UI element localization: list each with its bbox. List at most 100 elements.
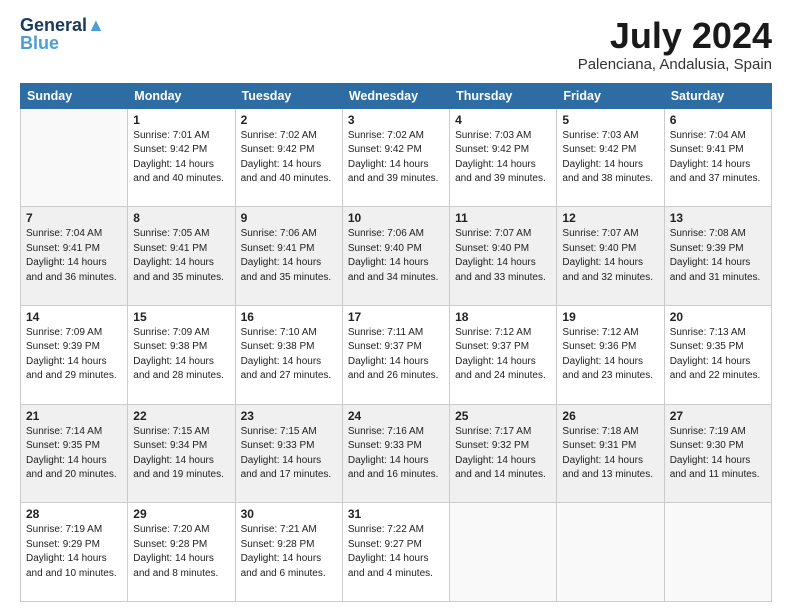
day-number: 24 xyxy=(348,409,444,423)
calendar-cell xyxy=(450,503,557,602)
day-number: 28 xyxy=(26,507,122,521)
day-info: Sunrise: 7:16 AMSunset: 9:33 PMDaylight:… xyxy=(348,425,444,483)
day-info: Sunrise: 7:10 AMSunset: 9:38 PMDaylight:… xyxy=(241,326,337,384)
calendar-table: SundayMondayTuesdayWednesdayThursdayFrid… xyxy=(20,83,772,602)
month-year-title: July 2024 xyxy=(578,16,772,56)
day-info: Sunrise: 7:20 AMSunset: 9:28 PMDaylight:… xyxy=(133,523,229,581)
day-number: 22 xyxy=(133,409,229,423)
day-info: Sunrise: 7:05 AMSunset: 9:41 PMDaylight:… xyxy=(133,227,229,285)
day-number: 19 xyxy=(562,310,658,324)
day-info: Sunrise: 7:08 AMSunset: 9:39 PMDaylight:… xyxy=(670,227,766,285)
day-number: 31 xyxy=(348,507,444,521)
day-number: 5 xyxy=(562,113,658,127)
day-number: 23 xyxy=(241,409,337,423)
day-info: Sunrise: 7:09 AMSunset: 9:39 PMDaylight:… xyxy=(26,326,122,384)
calendar-cell: 27 Sunrise: 7:19 AMSunset: 9:30 PMDayligh… xyxy=(664,404,771,503)
logo: General▲ Blue xyxy=(20,16,105,52)
calendar-cell: 30Sunrise: 7:21 AMSunset: 9:28 PMDayligh… xyxy=(235,503,342,602)
day-info: Sunrise: 7:03 AMSunset: 9:42 PMDaylight:… xyxy=(455,129,551,187)
day-number: 7 xyxy=(26,211,122,225)
calendar-cell: 31 Sunrise: 7:22 AMSunset: 9:27 PMDayligh… xyxy=(342,503,449,602)
day-info: Sunrise: 7:13 AMSunset: 9:35 PMDaylight:… xyxy=(670,326,766,384)
calendar-cell: 5 Sunrise: 7:03 AMSunset: 9:42 PMDaylight… xyxy=(557,108,664,207)
calendar-cell: 20Sunrise: 7:13 AMSunset: 9:35 PMDayligh… xyxy=(664,305,771,404)
day-number: 8 xyxy=(133,211,229,225)
day-number: 16 xyxy=(241,310,337,324)
day-number: 3 xyxy=(348,113,444,127)
calendar-cell: 29 Sunrise: 7:20 AMSunset: 9:28 PMDayligh… xyxy=(128,503,235,602)
day-number: 26 xyxy=(562,409,658,423)
day-number: 27 xyxy=(670,409,766,423)
day-info: Sunrise: 7:09 AMSunset: 9:38 PMDaylight:… xyxy=(133,326,229,384)
day-info: Sunrise: 7:03 AMSunset: 9:42 PMDaylight:… xyxy=(562,129,658,187)
calendar-cell: 3 Sunrise: 7:02 AMSunset: 9:42 PMDaylight… xyxy=(342,108,449,207)
day-info: Sunrise: 7:02 AMSunset: 9:42 PMDaylight:… xyxy=(348,129,444,187)
title-block: July 2024 Palenciana, Andalusia, Spain xyxy=(578,16,772,73)
weekday-header-wednesday: Wednesday xyxy=(342,83,449,108)
logo-blue: Blue xyxy=(20,34,59,52)
day-info: Sunrise: 7:19 AMSunset: 9:29 PMDaylight:… xyxy=(26,523,122,581)
calendar-cell: 24 Sunrise: 7:16 AMSunset: 9:33 PMDayligh… xyxy=(342,404,449,503)
calendar-cell: 26 Sunrise: 7:18 AMSunset: 9:31 PMDayligh… xyxy=(557,404,664,503)
calendar-cell: 13Sunrise: 7:08 AMSunset: 9:39 PMDayligh… xyxy=(664,207,771,306)
calendar-cell: 12 Sunrise: 7:07 AMSunset: 9:40 PMDayligh… xyxy=(557,207,664,306)
calendar-cell: 16 Sunrise: 7:10 AMSunset: 9:38 PMDayligh… xyxy=(235,305,342,404)
day-number: 21 xyxy=(26,409,122,423)
weekday-header-sunday: Sunday xyxy=(21,83,128,108)
day-number: 10 xyxy=(348,211,444,225)
calendar-cell xyxy=(664,503,771,602)
weekday-header-monday: Monday xyxy=(128,83,235,108)
day-info: Sunrise: 7:14 AMSunset: 9:35 PMDaylight:… xyxy=(26,425,122,483)
day-info: Sunrise: 7:17 AMSunset: 9:32 PMDaylight:… xyxy=(455,425,551,483)
day-number: 11 xyxy=(455,211,551,225)
weekday-header-saturday: Saturday xyxy=(664,83,771,108)
day-info: Sunrise: 7:18 AMSunset: 9:31 PMDaylight:… xyxy=(562,425,658,483)
calendar-cell: 25Sunrise: 7:17 AMSunset: 9:32 PMDayligh… xyxy=(450,404,557,503)
day-number: 9 xyxy=(241,211,337,225)
page: General▲ Blue July 2024 Palenciana, Anda… xyxy=(0,0,792,612)
day-info: Sunrise: 7:11 AMSunset: 9:37 PMDaylight:… xyxy=(348,326,444,384)
day-number: 2 xyxy=(241,113,337,127)
day-info: Sunrise: 7:12 AMSunset: 9:36 PMDaylight:… xyxy=(562,326,658,384)
calendar-cell: 14 Sunrise: 7:09 AMSunset: 9:39 PMDayligh… xyxy=(21,305,128,404)
day-number: 4 xyxy=(455,113,551,127)
day-info: Sunrise: 7:01 AMSunset: 9:42 PMDaylight:… xyxy=(133,129,229,187)
calendar-cell: 21 Sunrise: 7:14 AMSunset: 9:35 PMDayligh… xyxy=(21,404,128,503)
calendar-cell: 23 Sunrise: 7:15 AMSunset: 9:33 PMDayligh… xyxy=(235,404,342,503)
day-info: Sunrise: 7:12 AMSunset: 9:37 PMDaylight:… xyxy=(455,326,551,384)
calendar-cell: 1 Sunrise: 7:01 AMSunset: 9:42 PMDaylight… xyxy=(128,108,235,207)
weekday-header-thursday: Thursday xyxy=(450,83,557,108)
day-info: Sunrise: 7:04 AMSunset: 9:41 PMDaylight:… xyxy=(670,129,766,187)
calendar-cell: 4 Sunrise: 7:03 AMSunset: 9:42 PMDaylight… xyxy=(450,108,557,207)
day-info: Sunrise: 7:22 AMSunset: 9:27 PMDaylight:… xyxy=(348,523,444,581)
day-info: Sunrise: 7:07 AMSunset: 9:40 PMDaylight:… xyxy=(562,227,658,285)
day-number: 1 xyxy=(133,113,229,127)
calendar-cell: 28 Sunrise: 7:19 AMSunset: 9:29 PMDayligh… xyxy=(21,503,128,602)
calendar-cell: 18 Sunrise: 7:12 AMSunset: 9:37 PMDayligh… xyxy=(450,305,557,404)
calendar-cell: 10Sunrise: 7:06 AMSunset: 9:40 PMDayligh… xyxy=(342,207,449,306)
day-info: Sunrise: 7:15 AMSunset: 9:34 PMDaylight:… xyxy=(133,425,229,483)
day-number: 30 xyxy=(241,507,337,521)
weekday-header-friday: Friday xyxy=(557,83,664,108)
day-number: 18 xyxy=(455,310,551,324)
day-number: 12 xyxy=(562,211,658,225)
day-number: 14 xyxy=(26,310,122,324)
day-info: Sunrise: 7:19 AMSunset: 9:30 PMDaylight:… xyxy=(670,425,766,483)
day-info: Sunrise: 7:04 AMSunset: 9:41 PMDaylight:… xyxy=(26,227,122,285)
day-info: Sunrise: 7:15 AMSunset: 9:33 PMDaylight:… xyxy=(241,425,337,483)
day-number: 6 xyxy=(670,113,766,127)
calendar-cell: 11 Sunrise: 7:07 AMSunset: 9:40 PMDayligh… xyxy=(450,207,557,306)
calendar-cell: 7 Sunrise: 7:04 AMSunset: 9:41 PMDaylight… xyxy=(21,207,128,306)
calendar-cell: 9Sunrise: 7:06 AMSunset: 9:41 PMDaylight… xyxy=(235,207,342,306)
day-info: Sunrise: 7:07 AMSunset: 9:40 PMDaylight:… xyxy=(455,227,551,285)
day-number: 17 xyxy=(348,310,444,324)
calendar-cell: 2Sunrise: 7:02 AMSunset: 9:42 PMDaylight… xyxy=(235,108,342,207)
calendar-cell: 22 Sunrise: 7:15 AMSunset: 9:34 PMDayligh… xyxy=(128,404,235,503)
calendar-cell: 17 Sunrise: 7:11 AMSunset: 9:37 PMDayligh… xyxy=(342,305,449,404)
calendar-cell xyxy=(557,503,664,602)
calendar-cell: 15Sunrise: 7:09 AMSunset: 9:38 PMDayligh… xyxy=(128,305,235,404)
day-number: 29 xyxy=(133,507,229,521)
calendar-cell: 6 Sunrise: 7:04 AMSunset: 9:41 PMDaylight… xyxy=(664,108,771,207)
calendar-cell: 8 Sunrise: 7:05 AMSunset: 9:41 PMDaylight… xyxy=(128,207,235,306)
header: General▲ Blue July 2024 Palenciana, Anda… xyxy=(20,16,772,73)
